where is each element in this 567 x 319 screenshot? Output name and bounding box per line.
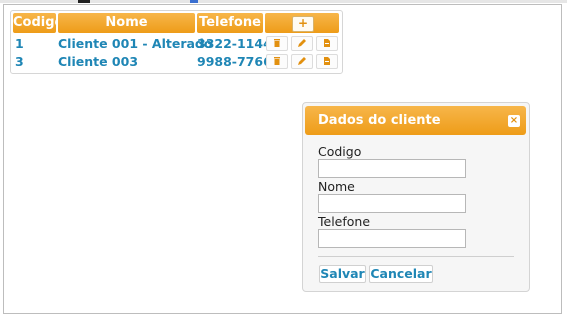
- top-mark: [190, 0, 198, 3]
- pencil-icon: [298, 57, 306, 65]
- details-button[interactable]: [316, 36, 338, 51]
- close-button[interactable]: ×: [508, 115, 520, 127]
- edit-button[interactable]: [291, 54, 313, 69]
- client-dialog: Dados do cliente × Codigo Nome Telefone …: [302, 102, 530, 292]
- document-icon: [324, 39, 330, 47]
- cell-telefone[interactable]: 3322-1144: [197, 36, 272, 52]
- window-top-strip: [0, 0, 567, 3]
- codigo-field[interactable]: [318, 159, 466, 178]
- telefone-field[interactable]: [318, 229, 466, 248]
- nome-label: Nome: [318, 179, 355, 194]
- cell-nome[interactable]: Cliente 003: [58, 54, 138, 70]
- cell-nome[interactable]: Cliente 001 - Alterado: [58, 36, 212, 52]
- edit-button[interactable]: [291, 36, 313, 51]
- dialog-titlebar[interactable]: Dados do cliente ×: [305, 106, 526, 135]
- cell-codigo[interactable]: 1: [15, 36, 24, 52]
- cell-telefone[interactable]: 9988-7766: [197, 54, 272, 70]
- column-header-codigo[interactable]: Codigo: [13, 13, 63, 33]
- telefone-label: Telefone: [318, 214, 371, 229]
- clients-table: Codigo Nome Telefone + 1 Cliente 001 - A…: [10, 10, 343, 74]
- document-icon: [324, 57, 330, 65]
- delete-button[interactable]: [266, 36, 288, 51]
- save-button[interactable]: Salvar: [319, 265, 366, 283]
- divider: [318, 256, 514, 257]
- column-header-telefone[interactable]: Telefone: [197, 13, 263, 33]
- column-header-nome[interactable]: Nome: [58, 13, 195, 33]
- delete-button[interactable]: [266, 54, 288, 69]
- column-header-actions: +: [265, 13, 339, 33]
- nome-field[interactable]: [318, 194, 466, 213]
- dialog-title: Dados do cliente: [318, 113, 441, 128]
- pencil-icon: [298, 39, 306, 47]
- cancel-button[interactable]: Cancelar: [369, 265, 433, 283]
- trash-icon: [274, 39, 280, 47]
- add-client-button[interactable]: +: [292, 16, 314, 32]
- trash-icon: [274, 57, 280, 65]
- codigo-label: Codigo: [318, 144, 362, 159]
- cell-codigo[interactable]: 3: [15, 54, 24, 70]
- details-button[interactable]: [316, 54, 338, 69]
- top-mark: [78, 0, 90, 3]
